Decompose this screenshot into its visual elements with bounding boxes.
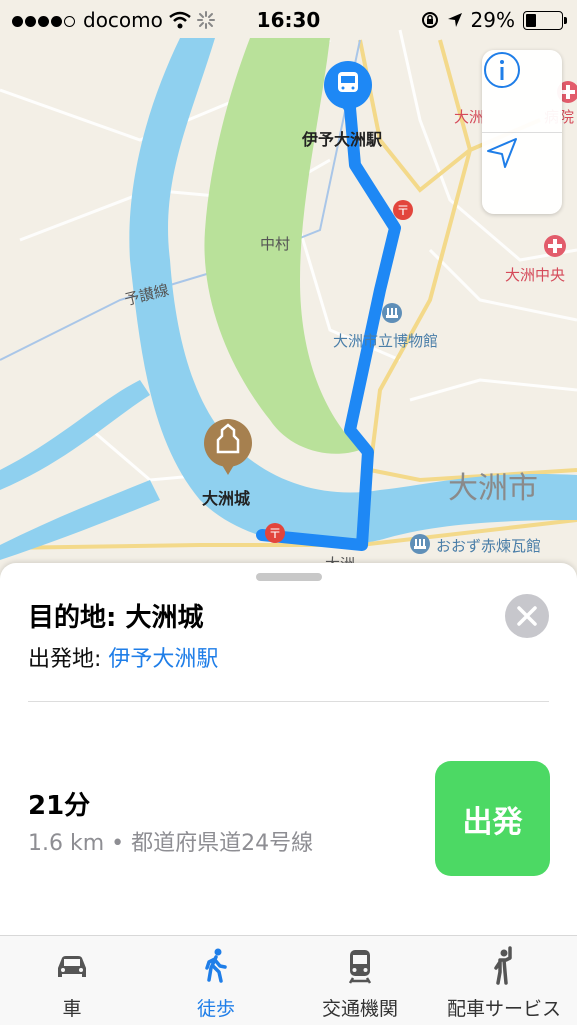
go-button[interactable]: 出発	[435, 761, 550, 876]
route-distance: 1.6 km • 都道府県道24号線	[28, 831, 314, 856]
tab-ride-hail-label: 配車サービス	[446, 998, 561, 1020]
current-location-button[interactable]	[482, 133, 562, 215]
tab-car-label: 車	[62, 998, 82, 1020]
map-view[interactable]: 〒 〒 伊予大洲駅 中村 予讃線 大洲市立博物館 大洲城 大洲市 大洲 病院 大…	[0, 0, 577, 600]
rotation-lock-icon	[421, 12, 438, 28]
info-icon	[484, 52, 520, 88]
hospital-top-label: 大洲	[454, 108, 485, 126]
transport-tab-bar: 車 徒歩 交通機関 配車サービス	[0, 935, 577, 1025]
castle-label: 大洲城	[202, 489, 251, 508]
close-button[interactable]	[505, 594, 549, 642]
car-icon	[58, 956, 86, 977]
divider	[28, 701, 549, 702]
location-arrow-icon	[487, 138, 517, 168]
city-label: 大洲市	[448, 471, 538, 506]
origin-row: 出発地: 伊予大洲駅	[28, 641, 218, 673]
route-duration: 21分	[28, 791, 91, 821]
tab-walk-label: 徒歩	[196, 998, 235, 1020]
map-controls	[482, 50, 562, 214]
battery-icon	[523, 10, 567, 30]
origin-link[interactable]: 伊予大洲駅	[108, 647, 218, 672]
tab-transit[interactable]: 交通機関	[288, 936, 432, 1025]
tab-car[interactable]: 車	[0, 936, 144, 1025]
brick-hall-label: おおず赤煉瓦館	[436, 537, 542, 555]
svg-text:〒: 〒	[396, 204, 409, 219]
walk-icon	[205, 948, 227, 983]
svg-text:〒: 〒	[268, 527, 281, 542]
directions-card: 目的地: 大洲城 出発地: 伊予大洲駅 21分 1.6 km • 都道府県道24…	[0, 563, 577, 935]
museum-label: 大洲市立博物館	[333, 332, 439, 350]
hospital-mid-label: 大洲中央	[505, 266, 566, 284]
info-button[interactable]	[482, 50, 562, 132]
nakamura-label: 中村	[260, 235, 291, 253]
train-icon	[348, 950, 372, 984]
origin-prefix: 出発地:	[28, 647, 109, 672]
tab-walk[interactable]: 徒歩	[144, 936, 288, 1025]
tab-ride-hail[interactable]: 配車サービス	[432, 936, 576, 1025]
tab-transit-label: 交通機関	[321, 998, 398, 1020]
close-icon	[505, 594, 549, 638]
location-services-icon	[447, 13, 462, 27]
sheet-grabber[interactable]	[256, 573, 322, 581]
status-bar: docomo 16:30 29%	[0, 0, 577, 38]
battery-percent: 29%	[470, 8, 515, 32]
station-label: 伊予大洲駅	[302, 130, 383, 149]
destination-title: 目的地: 大洲城	[28, 603, 204, 633]
ride-hail-icon	[494, 946, 512, 985]
